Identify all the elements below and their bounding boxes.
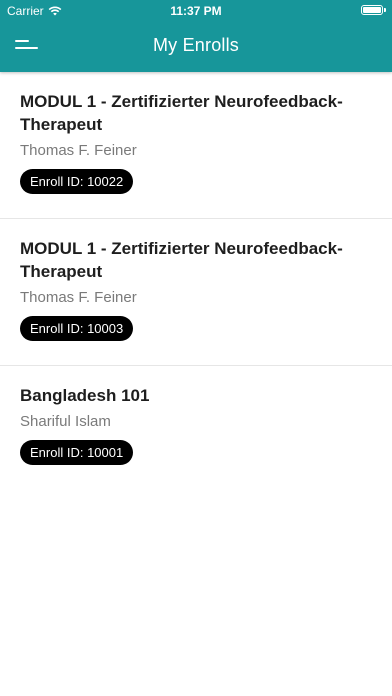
course-title: MODUL 1 - Zertifizierter Neurofeedback-T… bbox=[20, 92, 343, 134]
enrollment-card[interactable]: MODUL 1 - Zertifizierter Neurofeedback-T… bbox=[0, 219, 392, 366]
status-time: 11:37 PM bbox=[170, 4, 222, 18]
enroll-id-badge: Enroll ID: 10022 bbox=[20, 169, 134, 194]
enroll-id-badge: Enroll ID: 10003 bbox=[20, 316, 134, 341]
instructor-name: Shariful Islam bbox=[20, 413, 111, 430]
enrollment-card[interactable]: MODUL 1 - Zertifizierter Neurofeedback-T… bbox=[0, 72, 392, 219]
status-bar: Carrier 11:37 PM bbox=[0, 0, 392, 22]
course-title: MODUL 1 - Zertifizierter Neurofeedback-T… bbox=[20, 239, 343, 281]
enrollment-list: MODUL 1 - Zertifizierter Neurofeedback-T… bbox=[0, 72, 392, 484]
page-title: My Enrolls bbox=[152, 35, 239, 55]
enroll-id-badge: Enroll ID: 10001 bbox=[20, 440, 134, 465]
app-header: Carrier 11:37 PM My Enrolls bbox=[0, 0, 392, 72]
instructor-name: Thomas F. Feiner bbox=[20, 142, 137, 159]
enrollment-card[interactable]: Bangladesh 101 Shariful Islam Enroll ID:… bbox=[0, 366, 392, 484]
instructor-name: Thomas F. Feiner bbox=[20, 289, 137, 306]
battery-icon bbox=[361, 5, 386, 15]
course-title: Bangladesh 101 bbox=[20, 386, 150, 405]
